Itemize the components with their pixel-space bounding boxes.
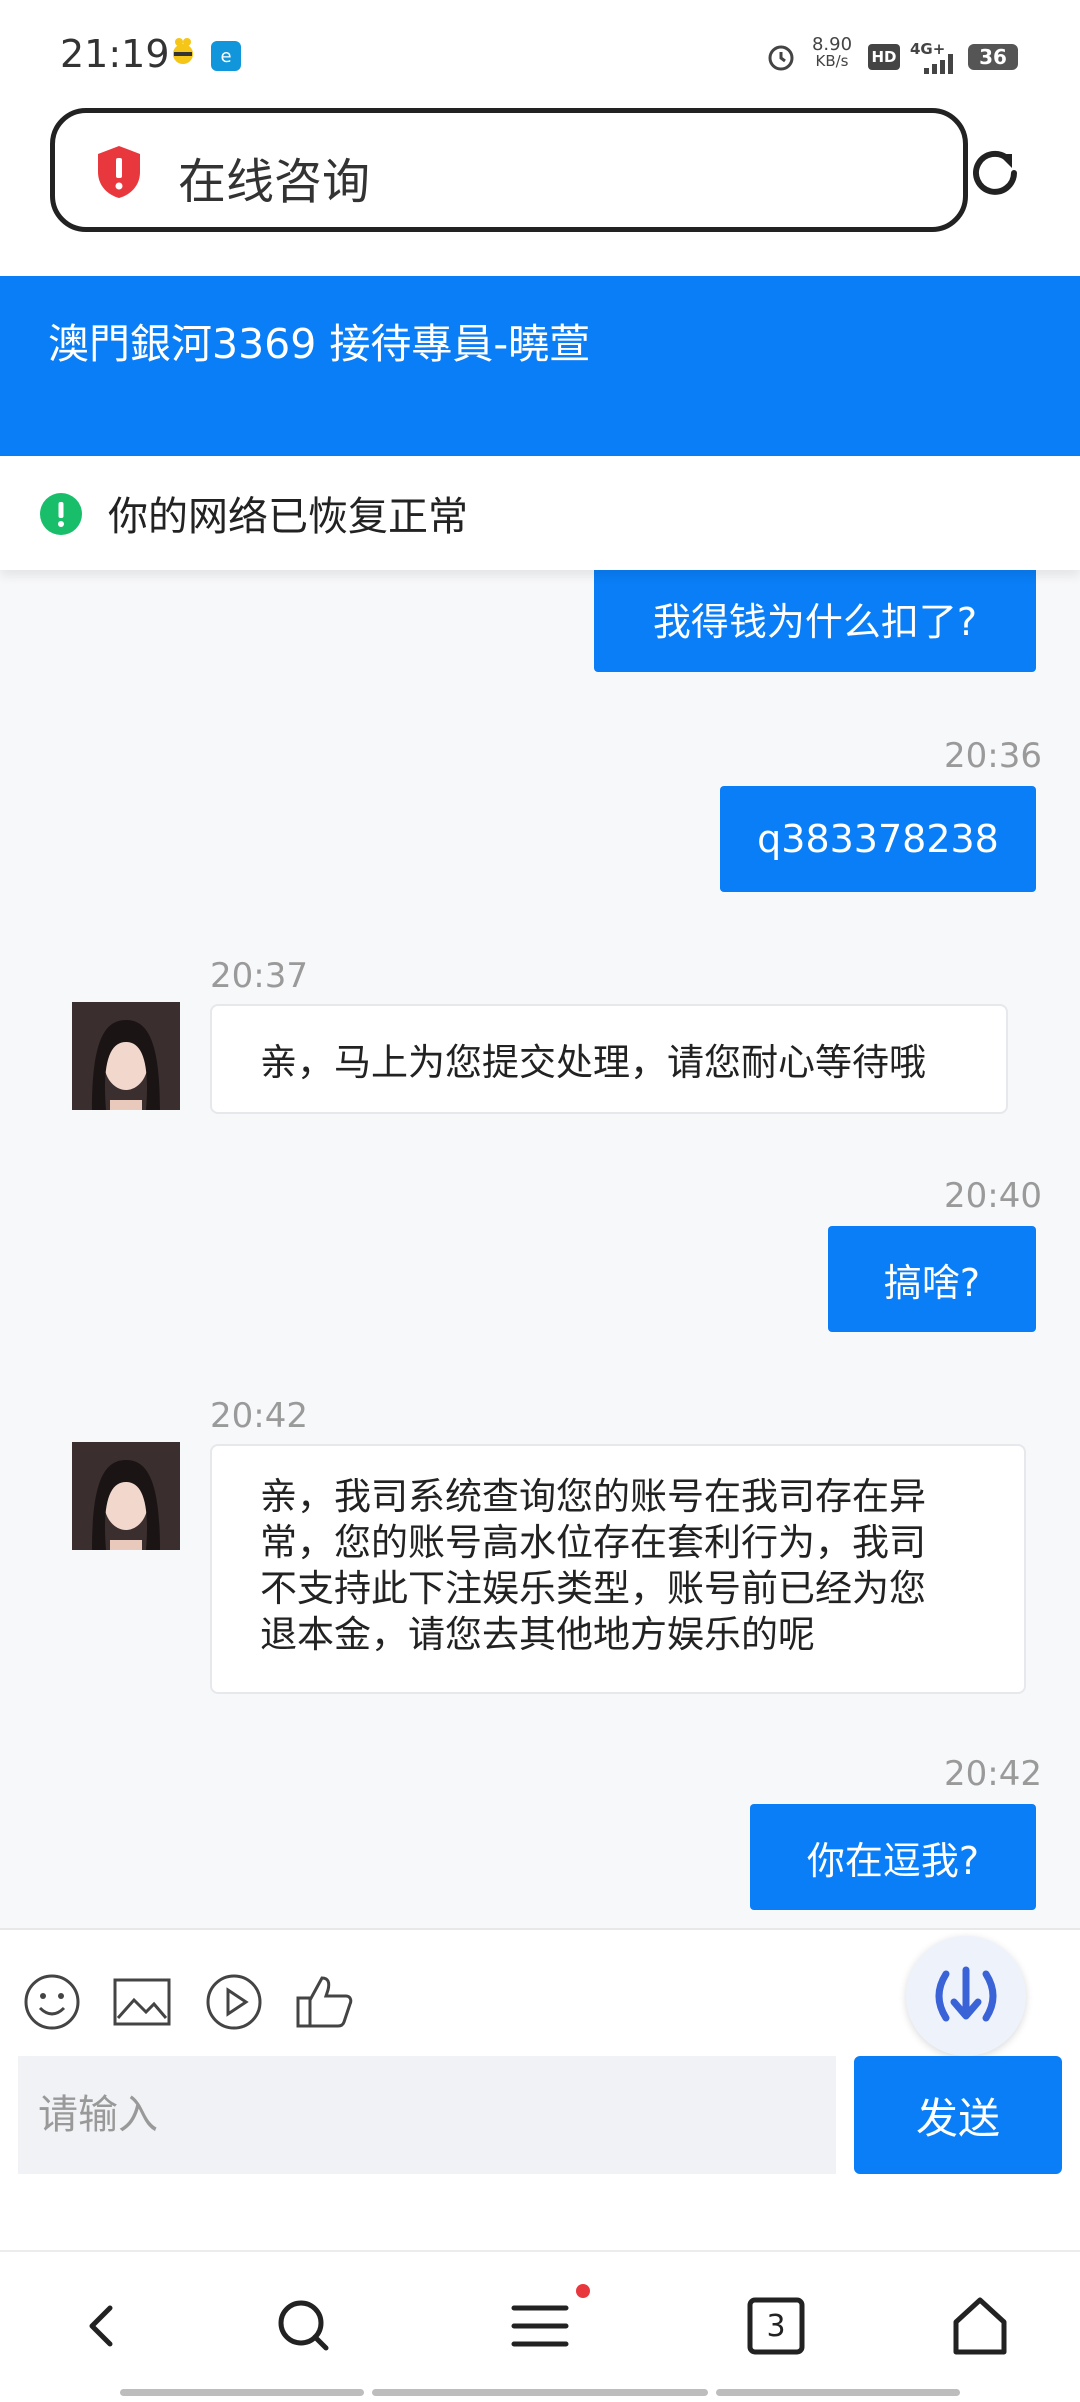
agent-avatar[interactable] [72,1442,180,1550]
message-input-box[interactable] [18,2056,836,2174]
gesture-bar [716,2389,960,2396]
message-bubble-user[interactable]: 搞啥? [828,1226,1036,1332]
svg-text:e: e [220,46,231,67]
network-notice-text: 你的网络已恢复正常 [108,494,468,540]
message-bubble-user[interactable]: q383378238 [720,786,1036,892]
chat-title: 澳門銀河3369 接待專員-曉萱 [48,320,591,368]
message-bubble-user[interactable]: 我得钱为什么扣了? [594,564,1036,672]
search-icon[interactable] [272,2294,336,2358]
gesture-bar [372,2389,708,2396]
gesture-bar [120,2389,364,2396]
message-timestamp: 20:36 [944,736,1042,776]
message-line: 常，您的账号高水位存在套利行为，我司 [260,1521,926,1564]
bee-app-icon [170,36,196,66]
reload-icon[interactable] [964,142,1026,204]
notification-dot [576,2284,590,2298]
network-speed: 8.90 KB/s [806,36,858,69]
message-line: 退本金，请您去其他地方娱乐的呢 [260,1613,815,1656]
hd-badge: HD [868,44,900,70]
app-notification-icon: e [210,40,242,72]
page-title[interactable]: 在线咨询 [178,142,370,212]
image-icon[interactable] [112,1972,172,2032]
message-timestamp: 20:42 [944,1754,1042,1794]
security-shield-icon[interactable] [94,144,144,200]
message-line: 不支持此下注娱乐类型，账号前已经为您 [260,1567,926,1610]
battery-indicator: 36 [968,44,1018,70]
voice-input-button[interactable] [906,1936,1026,2056]
back-icon[interactable] [70,2294,134,2358]
status-time: 21:19 [60,32,170,76]
alarm-icon [766,42,796,72]
message-line: 亲，我司系统查询您的账号在我司存在异 [260,1475,926,1518]
thumbs-up-icon[interactable] [294,1972,354,2032]
signal-icon: 4G+ [910,40,958,74]
message-input[interactable] [18,2056,836,2174]
success-icon [40,493,82,535]
message-bubble-agent[interactable]: 亲，我司系统查询您的账号在我司存在异 常，您的账号高水位存在套利行为，我司 不支… [210,1444,1026,1694]
message-bubble-agent[interactable]: 亲，马上为您提交处理，请您耐心等待哦 [210,1004,1008,1114]
agent-avatar[interactable] [72,1002,180,1110]
message-timestamp: 20:40 [944,1176,1042,1216]
menu-icon[interactable] [508,2294,572,2358]
emoji-icon[interactable] [22,1972,82,2032]
tab-count: 3 [766,2308,786,2344]
video-icon[interactable] [204,1972,264,2032]
message-timestamp: 20:37 [210,956,308,996]
send-button[interactable]: 发送 [854,2056,1062,2174]
message-timestamp: 20:42 [210,1396,308,1436]
tabs-icon[interactable]: 3 [744,2294,808,2358]
home-icon[interactable] [948,2294,1012,2358]
message-bubble-user[interactable]: 你在逗我? [750,1804,1036,1910]
net-speed-unit: KB/s [815,52,849,70]
